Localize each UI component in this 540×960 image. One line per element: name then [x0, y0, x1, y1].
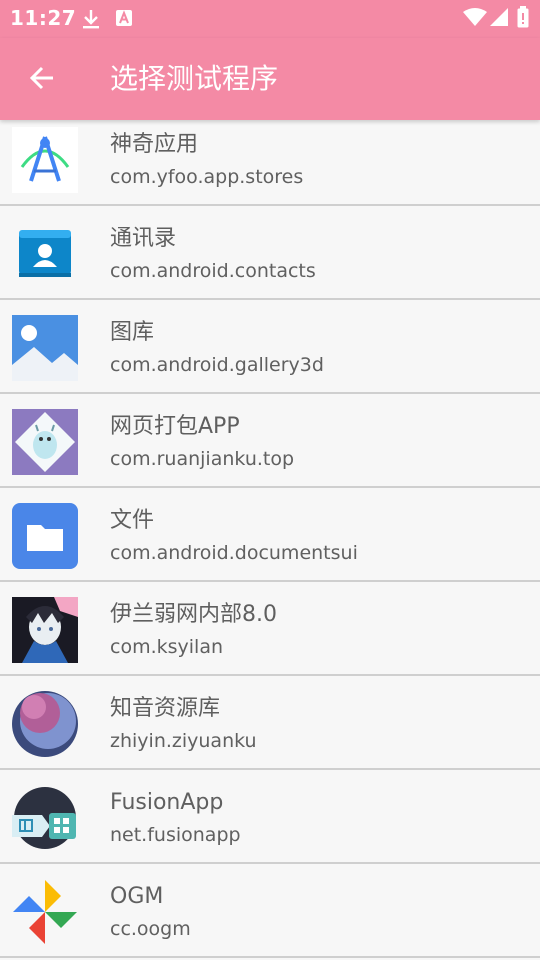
toolbar: 选择测试程序 — [0, 38, 540, 120]
files-icon — [12, 503, 78, 569]
list-item[interactable]: 图库 com.android.gallery3d — [0, 300, 540, 394]
gallery-icon — [12, 315, 78, 381]
app-package: com.android.gallery3d — [110, 354, 324, 376]
list-item[interactable]: 伊兰弱网内部8.0 com.ksyilan — [0, 582, 540, 676]
list-item[interactable]: 文件 com.android.documentsui — [0, 488, 540, 582]
contacts-icon — [19, 230, 71, 277]
android-studio-icon — [12, 127, 78, 193]
moomin-app-icon — [12, 409, 78, 475]
app-name: FusionApp — [110, 790, 224, 815]
app-name: 文件 — [110, 508, 155, 533]
app-name: 通讯录 — [110, 226, 177, 251]
app-package: com.android.documentsui — [110, 542, 358, 564]
pinwheel-icon — [13, 880, 77, 944]
app-package: com.ruanjianku.top — [110, 448, 295, 470]
app-name: 神奇应用 — [110, 132, 199, 157]
list-item[interactable]: 通讯录 com.android.contacts — [0, 206, 540, 300]
page-title: 选择测试程序 — [110, 62, 279, 95]
fusionapp-icon — [12, 787, 76, 849]
battery-icon — [517, 6, 529, 28]
list-item[interactable]: OGM cc.oogm — [0, 864, 540, 958]
app-package: com.yfoo.app.stores — [110, 166, 304, 188]
app-package: com.ksyilan — [110, 636, 224, 658]
status-time: 11:27 — [10, 6, 77, 30]
arrow-back-icon — [29, 66, 53, 90]
app-name: 伊兰弱网内部8.0 — [110, 602, 277, 627]
app-name: OGM — [110, 884, 164, 909]
wifi-icon — [463, 8, 487, 26]
app-list[interactable]: 神奇应用 com.yfoo.app.stores 通讯录 com.android… — [0, 112, 540, 958]
list-item[interactable]: 网页打包APP com.ruanjianku.top — [0, 394, 540, 488]
a-notification-icon — [116, 10, 132, 26]
list-item[interactable]: 知音资源库 zhiyin.ziyuanku — [0, 676, 540, 770]
app-name: 网页打包APP — [110, 414, 240, 439]
anime-avatar-icon — [12, 597, 78, 663]
status-bar: 11:27 — [0, 0, 540, 38]
app-package: net.fusionapp — [110, 824, 241, 846]
planet-icon — [12, 691, 78, 757]
download-icon — [83, 10, 99, 29]
app-name: 图库 — [110, 320, 155, 345]
app-package: com.android.contacts — [110, 260, 316, 282]
app-package: zhiyin.ziyuanku — [110, 730, 257, 752]
app-name: 知音资源库 — [110, 696, 221, 721]
signal-icon — [490, 8, 508, 26]
list-item[interactable]: FusionApp net.fusionapp — [0, 770, 540, 864]
app-package: cc.oogm — [110, 918, 191, 940]
back-button[interactable] — [24, 60, 60, 96]
list-item[interactable]: 神奇应用 com.yfoo.app.stores — [0, 112, 540, 206]
